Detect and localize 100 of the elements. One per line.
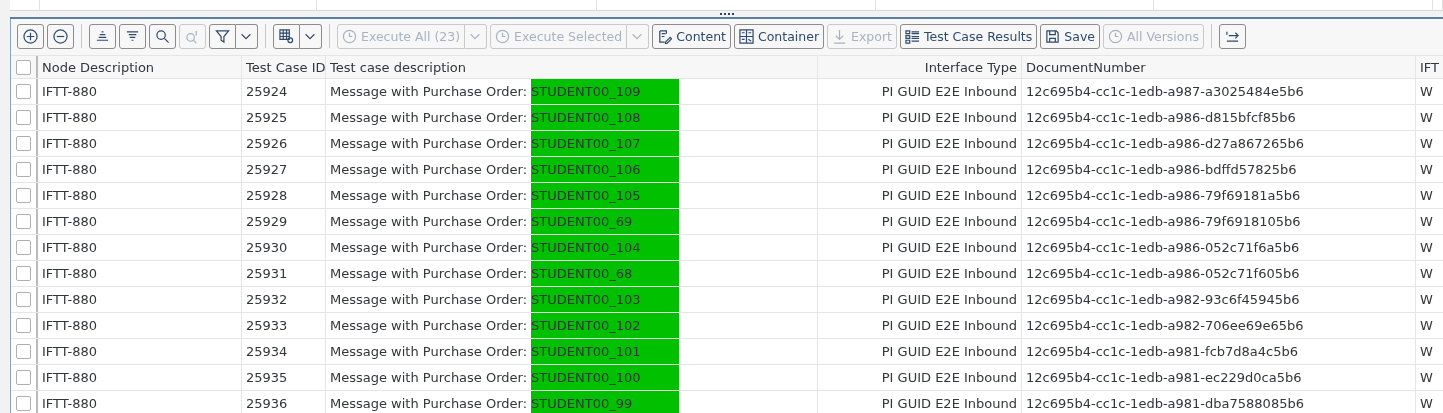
table-cell: IFTT-880 [38,287,242,312]
table-cell: 12c695b4-cc1c-1edb-a986-79f6918105b6 [1022,209,1416,234]
icon-button[interactable] [47,23,74,49]
checkbox[interactable] [16,318,31,333]
checkbox[interactable] [16,84,31,99]
table-cell: 12c695b4-cc1c-1edb-a981-dba7588085b6 [1022,391,1416,413]
search-next-icon [185,28,200,44]
table-cell: 25928 [242,183,326,208]
clock-icon [495,28,511,44]
column-header[interactable]: DocumentNumber [1022,56,1416,78]
checkbox[interactable] [16,59,31,75]
table-cell: IFTT-880 [38,105,242,130]
checkbox[interactable] [16,266,31,281]
table-cell: 25935 [242,365,326,390]
table-cell: 25933 [242,313,326,338]
table-cell: IFTT-880 [38,339,242,364]
table-cell: IFTT-880 [38,79,242,104]
table-cell: PI GUID E2E Inbound [818,157,1022,182]
table-cell: IFTT-880 [38,183,242,208]
table-cell: 12c695b4-cc1c-1edb-a986-79f69181a5b6 [1022,183,1416,208]
table-cell: 12c695b4-cc1c-1edb-a982-706ee69e65b6 [1022,313,1416,338]
table-cell: Message with Purchase Order: [330,136,528,151]
checkbox[interactable] [16,110,31,125]
table-cell: PI GUID E2E Inbound [818,209,1022,234]
icon-button[interactable] [149,23,176,49]
remove-icon [53,28,68,44]
table-cell: PI GUID E2E Inbound [818,391,1022,413]
table-cell: PI GUID E2E Inbound [818,131,1022,156]
icon-button[interactable] [17,23,44,49]
checkbox[interactable] [16,136,31,151]
checkbox[interactable] [16,240,31,255]
edit-icon [657,28,673,44]
icon-button[interactable] [209,23,236,49]
table-cell-text: W [1419,135,1434,153]
column-header[interactable]: Interface Type [818,56,1022,78]
dropdown-button[interactable] [300,23,322,49]
table-cell-text: W [1419,213,1434,231]
table-cell: PI GUID E2E Inbound [818,79,1022,104]
table-cell: IFTT-880 [38,365,242,390]
highlighted-value: STUDENT00_68 [531,261,680,286]
download-icon [832,28,848,44]
checkbox[interactable] [16,188,31,203]
table-cell: 25929 [242,209,326,234]
checkbox[interactable] [16,396,31,411]
table-cell: IFTT-880 [38,313,242,338]
table-cell-text: W [1419,317,1434,335]
column-header[interactable]: Test case description [326,56,818,78]
toolbar-button[interactable]: Container [733,23,825,49]
clock-icon [342,28,357,44]
dropdown-button[interactable] [236,23,258,49]
column-header[interactable]: Test Case ID [242,56,326,78]
highlighted-value: STUDENT00_109 [531,79,680,104]
highlighted-value: STUDENT00_100 [531,365,680,390]
table-cell: 25930 [242,235,326,260]
highlighted-value: STUDENT00_102 [531,313,680,338]
table-cell: 25932 [242,287,326,312]
checkbox[interactable] [16,344,31,359]
table-cell: 12c695b4-cc1c-1edb-a986-052c71f605b6 [1022,261,1416,286]
filter-icon [215,28,230,44]
table-cell: 12c695b4-cc1c-1edb-a987-a3025484e5b6 [1022,79,1416,104]
list-icon [905,28,920,44]
toolbar-button[interactable]: Content [652,23,731,49]
table-cell: Message with Purchase Order: [330,188,528,203]
table-cell: 25931 [242,261,326,286]
table-cell: Message with Purchase Order: [330,214,528,229]
table-cell: Message with Purchase Order: [330,84,528,99]
table-cell-text: W [1419,395,1434,413]
highlighted-value: STUDENT00_103 [531,287,680,312]
table-cell-text: W [1419,83,1434,101]
icon-button[interactable] [119,23,146,49]
table-cell: PI GUID E2E Inbound [818,105,1022,130]
table-cell: IFTT-880 [38,391,242,413]
toolbar-button[interactable]: Save [1040,23,1100,49]
icon-button[interactable] [1218,23,1246,49]
table-cell: 25926 [242,131,326,156]
table-cell: 25927 [242,157,326,182]
checkbox[interactable] [16,214,31,229]
table-cell: Message with Purchase Order: [330,396,528,411]
table-cell: 12c695b4-cc1c-1edb-a986-d27a867265b6 [1022,131,1416,156]
table-cell: 12c695b4-cc1c-1edb-a986-d815bfcf85b6 [1022,105,1416,130]
table-cell: 25936 [242,391,326,413]
table-cell: IFTT-880 [38,157,242,182]
highlighted-value: STUDENT00_99 [531,391,680,413]
table-cell: 25924 [242,79,326,104]
icon-button[interactable] [273,23,300,49]
table-cell-text: W [1419,109,1434,127]
highlighted-value: STUDENT00_105 [531,183,680,208]
icon-button[interactable] [89,23,116,49]
table-cell: IFTT-880 [38,209,242,234]
column-header[interactable]: IFT [1416,56,1443,78]
column-header[interactable]: Node Description [38,56,242,78]
table-cell: PI GUID E2E Inbound [818,339,1022,364]
checkbox[interactable] [16,370,31,385]
checkbox[interactable] [16,292,31,307]
splitter-handle[interactable] [10,11,1443,19]
toolbar-button[interactable]: Test Case Results [900,23,1038,49]
highlighted-value: STUDENT00_106 [531,157,680,182]
search-icon [155,28,170,44]
checkbox[interactable] [16,162,31,177]
highlighted-value: STUDENT00_69 [531,209,680,234]
